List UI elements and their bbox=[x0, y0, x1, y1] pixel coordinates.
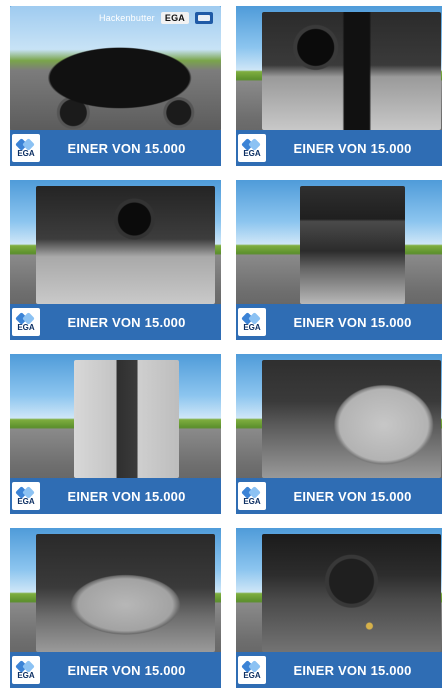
caption-bar: EGA EINER VON 15.000 bbox=[236, 478, 442, 514]
ega-logo-mark-icon bbox=[241, 486, 261, 499]
caption-bar: EGA EINER VON 15.000 bbox=[10, 304, 221, 340]
ega-logo-text: EGA bbox=[17, 671, 35, 680]
caption-bar: EGA EINER VON 15.000 bbox=[10, 478, 221, 514]
ega-logo-mark-icon bbox=[15, 660, 35, 673]
ega-logo-mark-icon bbox=[15, 486, 35, 499]
dealer-name: Hackenbutter bbox=[98, 13, 155, 23]
tile-caption: EINER VON 15.000 bbox=[293, 140, 412, 156]
ega-logo-mark-icon bbox=[241, 660, 261, 673]
ega-logo: EGA bbox=[12, 134, 40, 162]
ega-logo-mark-icon bbox=[241, 312, 261, 325]
ega-logo-text: EGA bbox=[243, 671, 261, 680]
tile-caption: EINER VON 15.000 bbox=[67, 662, 186, 678]
tile-caption: EINER VON 15.000 bbox=[293, 662, 412, 678]
ega-logo-text: EGA bbox=[17, 497, 35, 506]
gallery-tile-center-console[interactable]: EGA EINER VON 15.000 bbox=[236, 180, 442, 340]
photo-dashboard bbox=[262, 12, 441, 130]
ega-logo: EGA bbox=[238, 656, 266, 684]
photo-grid: Hackenbutter EGA EGA EINER VON 15.000 EG… bbox=[0, 0, 442, 688]
caption-bar: EGA EINER VON 15.000 bbox=[236, 130, 442, 166]
gallery-tile-steering-side[interactable]: EGA EINER VON 15.000 bbox=[10, 180, 221, 340]
tile-caption: EINER VON 15.000 bbox=[293, 314, 412, 330]
gallery-tile-engine[interactable]: EGA EINER VON 15.000 bbox=[236, 528, 442, 688]
gallery-tile-dashboard[interactable]: EGA EINER VON 15.000 bbox=[236, 6, 442, 166]
caption-bar: EGA EINER VON 15.000 bbox=[10, 130, 221, 166]
dealer-brand-badge: EGA bbox=[160, 12, 189, 24]
caption-bar: EGA EINER VON 15.000 bbox=[236, 652, 442, 688]
photo-exterior: Hackenbutter EGA bbox=[10, 6, 221, 130]
ega-logo: EGA bbox=[12, 308, 40, 336]
ega-logo: EGA bbox=[12, 656, 40, 684]
ega-logo: EGA bbox=[238, 308, 266, 336]
tile-caption: EINER VON 15.000 bbox=[67, 140, 186, 156]
photo-door-panel bbox=[74, 360, 179, 478]
dealer-logo-icon bbox=[195, 12, 213, 24]
photo-rear-seat bbox=[36, 534, 215, 652]
dealer-header: Hackenbutter EGA bbox=[99, 10, 213, 26]
gallery-tile-front-seat[interactable]: EGA EINER VON 15.000 bbox=[236, 354, 442, 514]
gallery-tile-rear-seat[interactable]: EGA EINER VON 15.000 bbox=[10, 528, 221, 688]
photo-center-console bbox=[300, 186, 405, 304]
tile-caption: EINER VON 15.000 bbox=[67, 314, 186, 330]
tile-caption: EINER VON 15.000 bbox=[67, 488, 186, 504]
ega-logo-mark-icon bbox=[241, 138, 261, 151]
ega-logo: EGA bbox=[238, 482, 266, 510]
photo-front-seat bbox=[262, 360, 441, 478]
gallery-tile-exterior[interactable]: Hackenbutter EGA EGA EINER VON 15.000 bbox=[10, 6, 221, 166]
photo-steering-side bbox=[36, 186, 215, 304]
ega-logo-text: EGA bbox=[17, 323, 35, 332]
ega-logo: EGA bbox=[238, 134, 266, 162]
caption-bar: EGA EINER VON 15.000 bbox=[236, 304, 442, 340]
ega-logo-mark-icon bbox=[15, 312, 35, 325]
ega-logo-mark-icon bbox=[15, 138, 35, 151]
ega-logo-text: EGA bbox=[17, 149, 35, 158]
ega-logo-text: EGA bbox=[243, 149, 261, 158]
tile-caption: EINER VON 15.000 bbox=[293, 488, 412, 504]
photo-engine bbox=[262, 534, 441, 652]
caption-bar: EGA EINER VON 15.000 bbox=[10, 652, 221, 688]
ega-logo: EGA bbox=[12, 482, 40, 510]
ega-logo-text: EGA bbox=[243, 323, 261, 332]
ega-logo-text: EGA bbox=[243, 497, 261, 506]
gallery-tile-door-panel[interactable]: EGA EINER VON 15.000 bbox=[10, 354, 221, 514]
